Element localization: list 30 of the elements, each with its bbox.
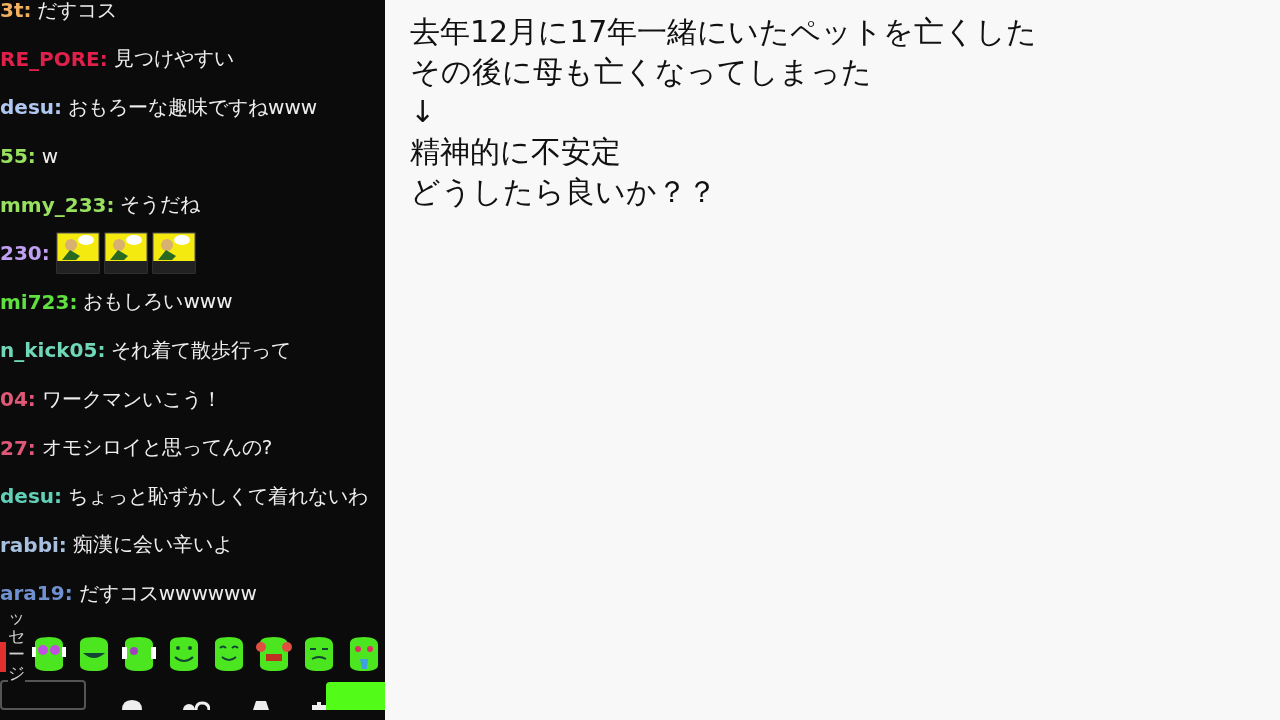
chat-message: そうだね bbox=[120, 191, 201, 219]
chat-username[interactable]: mi723: bbox=[0, 289, 78, 314]
chat-username[interactable]: 3t: bbox=[0, 0, 32, 23]
chat-message: だすコスwwwwww bbox=[78, 579, 257, 607]
chat-message: それ着て散歩行って bbox=[111, 336, 292, 364]
chat-message: ワークマンいこう！ bbox=[41, 385, 222, 413]
chat-username[interactable]: 04: bbox=[0, 387, 36, 412]
note-line: 去年12月に17年一緒にいたペットを亡くした bbox=[410, 13, 1039, 51]
chat-message: おもしろいwww bbox=[83, 288, 233, 316]
chat-username[interactable]: mmy_233: bbox=[0, 192, 115, 217]
chat-message: ちょっと恥ずかしくて着れないわ bbox=[68, 482, 369, 510]
chat-username[interactable]: RE_PORE: bbox=[0, 46, 108, 71]
chat-username[interactable]: 55: bbox=[0, 144, 36, 169]
chat-message: w bbox=[41, 144, 59, 169]
note-line: その後に母も亡くなってしまった bbox=[410, 53, 873, 91]
chat-username[interactable]: n_kick05: bbox=[0, 338, 106, 363]
chat-username[interactable]: ara19: bbox=[0, 581, 73, 606]
chat-message: オモシロイと思ってんの? bbox=[41, 434, 273, 462]
chat-username[interactable]: 27: bbox=[0, 435, 36, 460]
note-line: 精神的に不安定 bbox=[410, 133, 622, 171]
chat-message: 痴漢に会い辛いよ bbox=[72, 531, 233, 559]
chat-message: 見つけやすい bbox=[113, 45, 234, 73]
chat-message: おもろーな趣味ですねwww bbox=[68, 94, 318, 121]
chat-username[interactable]: desu: bbox=[0, 95, 63, 120]
chat-username[interactable]: 230: bbox=[0, 241, 50, 266]
note-line: ↓ bbox=[410, 93, 437, 131]
chat-username[interactable]: desu: bbox=[0, 484, 63, 509]
note-line: どうしたら良いか？？ bbox=[410, 173, 718, 211]
chat-message: だすコス bbox=[37, 0, 118, 24]
chat-username[interactable]: rabbi: bbox=[0, 532, 67, 557]
